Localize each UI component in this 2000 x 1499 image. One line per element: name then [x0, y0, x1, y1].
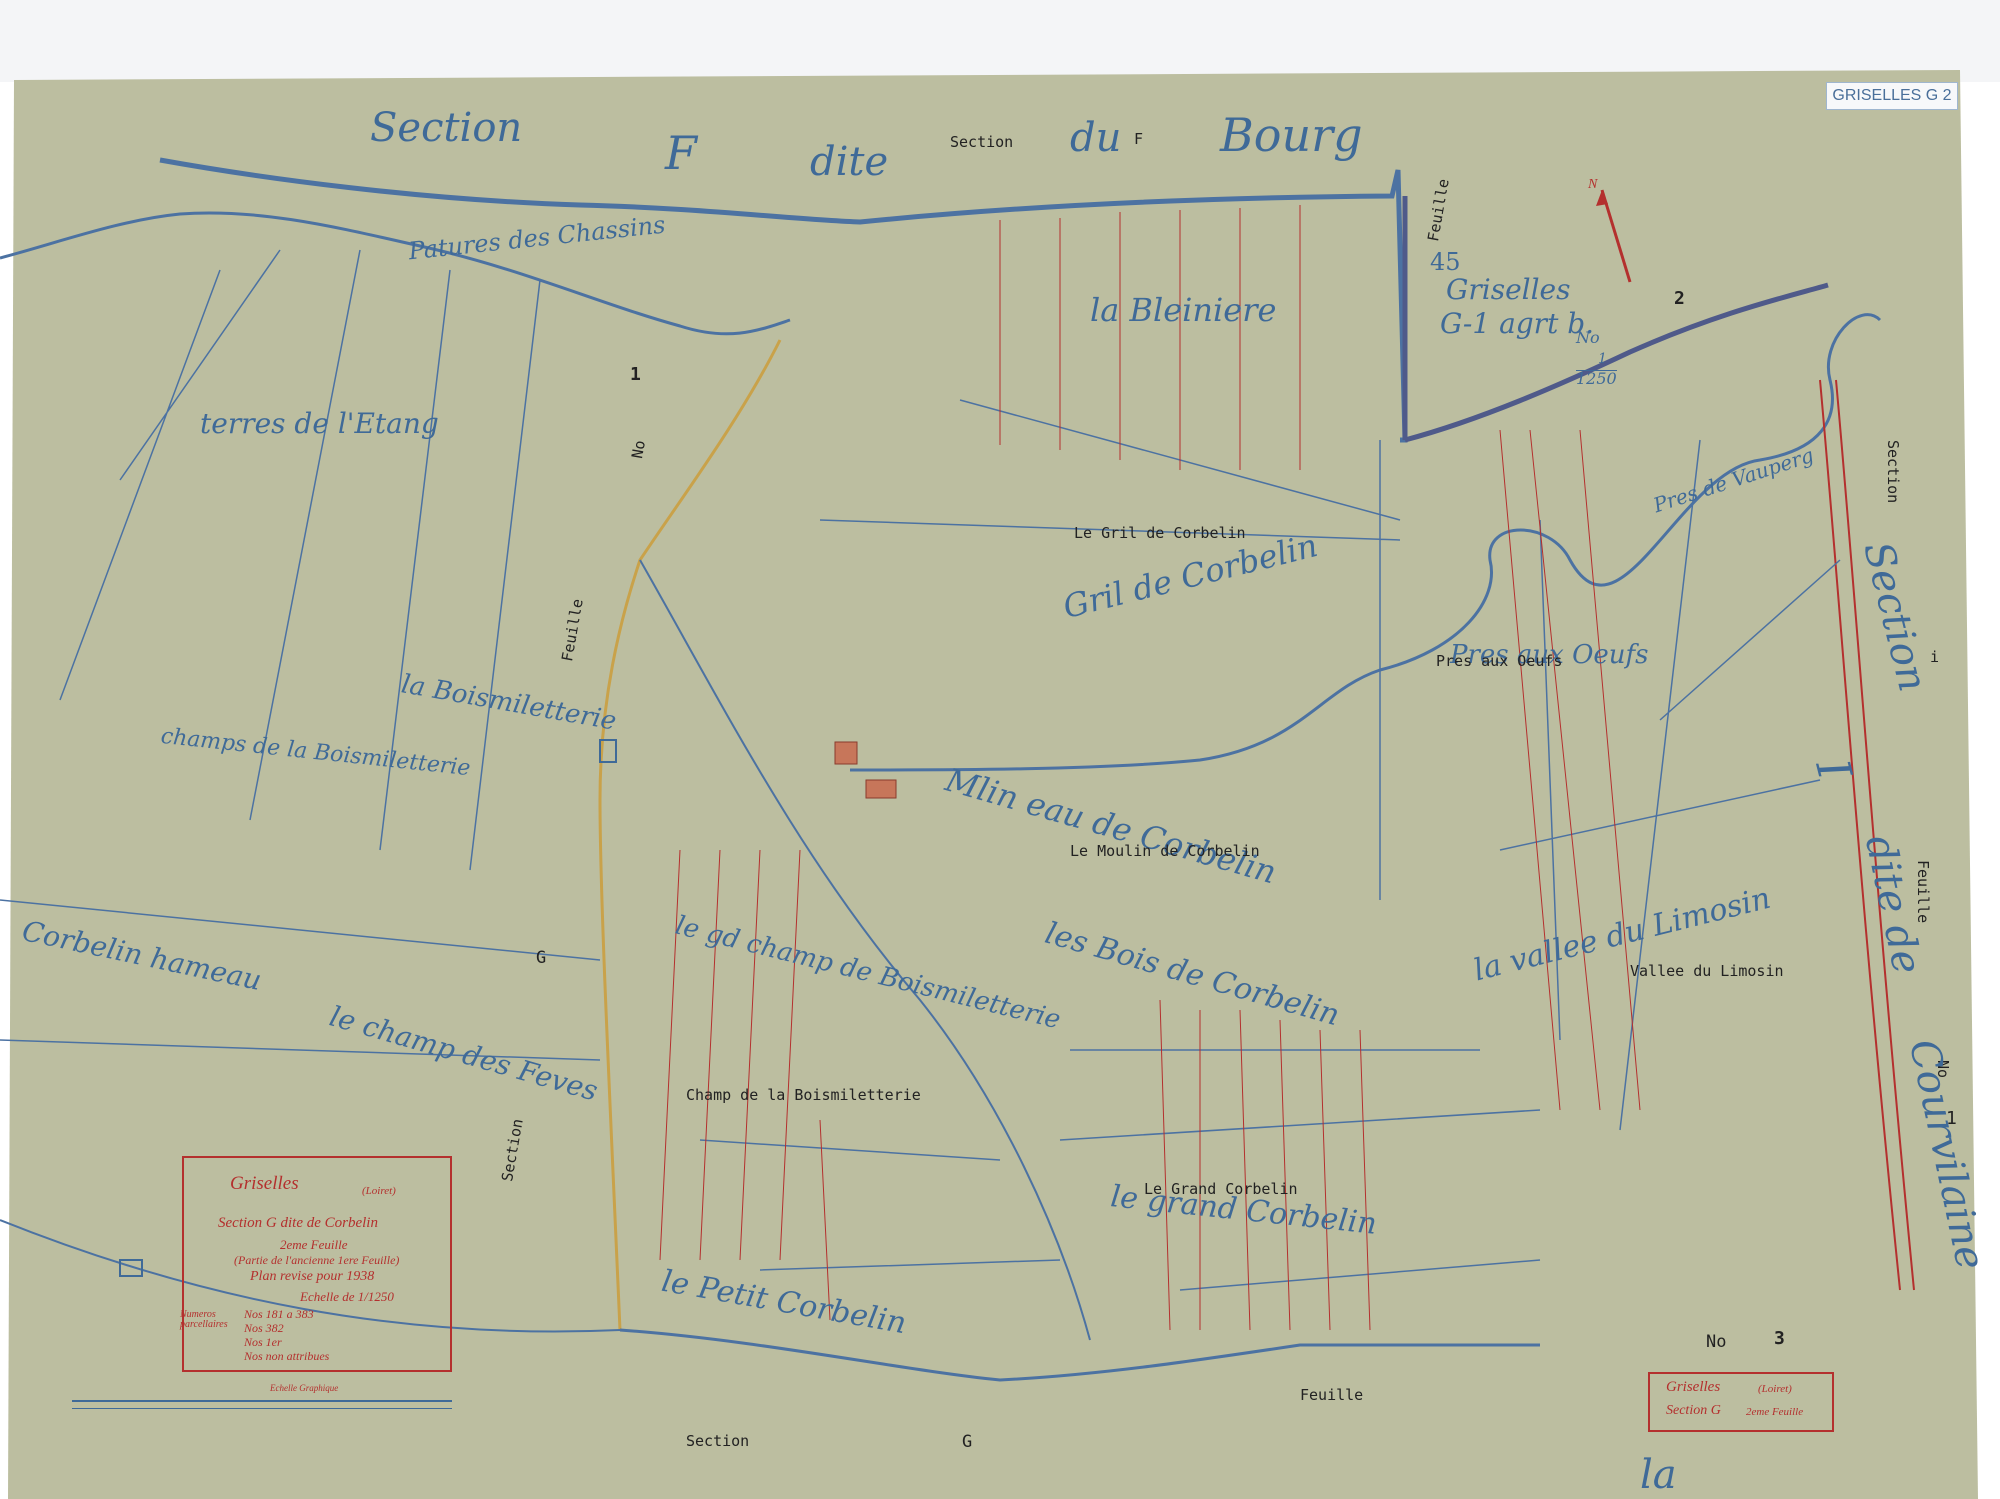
- mill-building-2: [865, 779, 897, 799]
- edge-label-dite: dite: [810, 139, 889, 185]
- place-label-vallee: Vallee du Limosin: [1630, 962, 1784, 980]
- sheet-no-3-label: No: [1706, 1332, 1727, 1352]
- adjacent-sheet-number: 45: [1430, 248, 1461, 276]
- cartouche-section: Section G dite de Corbelin: [218, 1215, 378, 1231]
- mill-building: [834, 741, 858, 765]
- label-box-section: Section G: [1666, 1403, 1721, 1418]
- adjacent-scale-num: 1: [1598, 351, 1607, 367]
- cartouche-partie: (Partie de l'ancienne 1ere Feuille): [234, 1253, 400, 1267]
- place-label-pres: Pres aux Oeufs: [1436, 652, 1563, 670]
- edge-label-section-right-small: Section: [1884, 440, 1902, 504]
- scale-bar: [72, 1400, 452, 1409]
- edge-label-section-top: Section: [370, 105, 523, 151]
- sheet-no-1-label: No: [628, 438, 649, 460]
- edge-label-g-left: G: [536, 948, 547, 968]
- scale-bar-label: Echelle Graphique: [270, 1383, 339, 1393]
- edge-label-la-bottom: la: [1640, 1452, 1677, 1498]
- edge-label-du: du: [1070, 115, 1122, 161]
- sheet-number-1: 1: [630, 364, 641, 385]
- adjacent-sheet-place: Griselles: [1446, 273, 1571, 306]
- cartouche-numeros-2: Nos 382: [244, 1321, 284, 1335]
- edge-label-i-small: i: [1930, 648, 1940, 666]
- sheet-number-3: 3: [1774, 1328, 1785, 1349]
- cartouche-echelle: Echelle de 1/1250: [300, 1289, 394, 1304]
- cartouche-numeros-label: Numeros parcellaires: [180, 1309, 228, 1330]
- place-label-champ: Champ de la Boismiletterie: [686, 1086, 921, 1104]
- cartouche-dept: (Loiret): [362, 1185, 396, 1197]
- adjacent-scale-den: 1250: [1576, 369, 1617, 388]
- cartouche-revise: Plan revise pour 1938: [250, 1269, 375, 1284]
- label-box-commune: Griselles: [1666, 1379, 1721, 1395]
- cartouche-numeros-4: Nos non attribues: [244, 1349, 330, 1363]
- label-box-dept: (Loiret): [1758, 1383, 1792, 1395]
- edge-label-bourg: Bourg: [1220, 108, 1363, 162]
- label-box-feuille: 2eme Feuille: [1746, 1406, 1804, 1418]
- adjacent-sheet-ref: G-1 agrt b.: [1440, 307, 1595, 340]
- edge-label-f: F: [665, 126, 697, 180]
- sheet-label-box: Griselles (Loiret) Section G 2eme Feuill…: [1648, 1372, 1834, 1432]
- place-name-bleiniere: la Bleiniere: [1090, 291, 1277, 329]
- cartouche-commune: Griselles: [230, 1173, 299, 1194]
- sheet-number-2: 2: [1674, 288, 1685, 309]
- edge-label-f-small: F: [1134, 130, 1144, 148]
- cartouche-feuille: 2eme Feuille: [280, 1237, 348, 1252]
- place-name-terres-etang: terres de l'Etang: [200, 407, 439, 440]
- cartouche-numeros-3: Nos 1er: [244, 1335, 282, 1349]
- edge-label-section-bottom: Section: [686, 1432, 750, 1450]
- place-label-grand: Le Grand Corbelin: [1144, 1180, 1298, 1198]
- place-label-moulin: Le Moulin de Corbelin: [1070, 842, 1260, 860]
- place-label-gril: Le Gril de Corbelin: [1074, 524, 1246, 542]
- sheet-reference-tag: GRISELLES G 2: [1826, 82, 1958, 110]
- edge-label-g-bottom: G: [962, 1432, 973, 1452]
- edge-label-section-small: Section: [950, 133, 1014, 151]
- edge-label-feuille-bottom: Feuille: [1300, 1386, 1364, 1404]
- cartouche: Griselles (Loiret) Section G dite de Cor…: [180, 1156, 452, 1372]
- north-letter: N: [1588, 177, 1598, 192]
- adjacent-sheet-no: No: [1576, 328, 1600, 347]
- cartouche-numeros-1: Nos 181 a 383: [244, 1307, 314, 1321]
